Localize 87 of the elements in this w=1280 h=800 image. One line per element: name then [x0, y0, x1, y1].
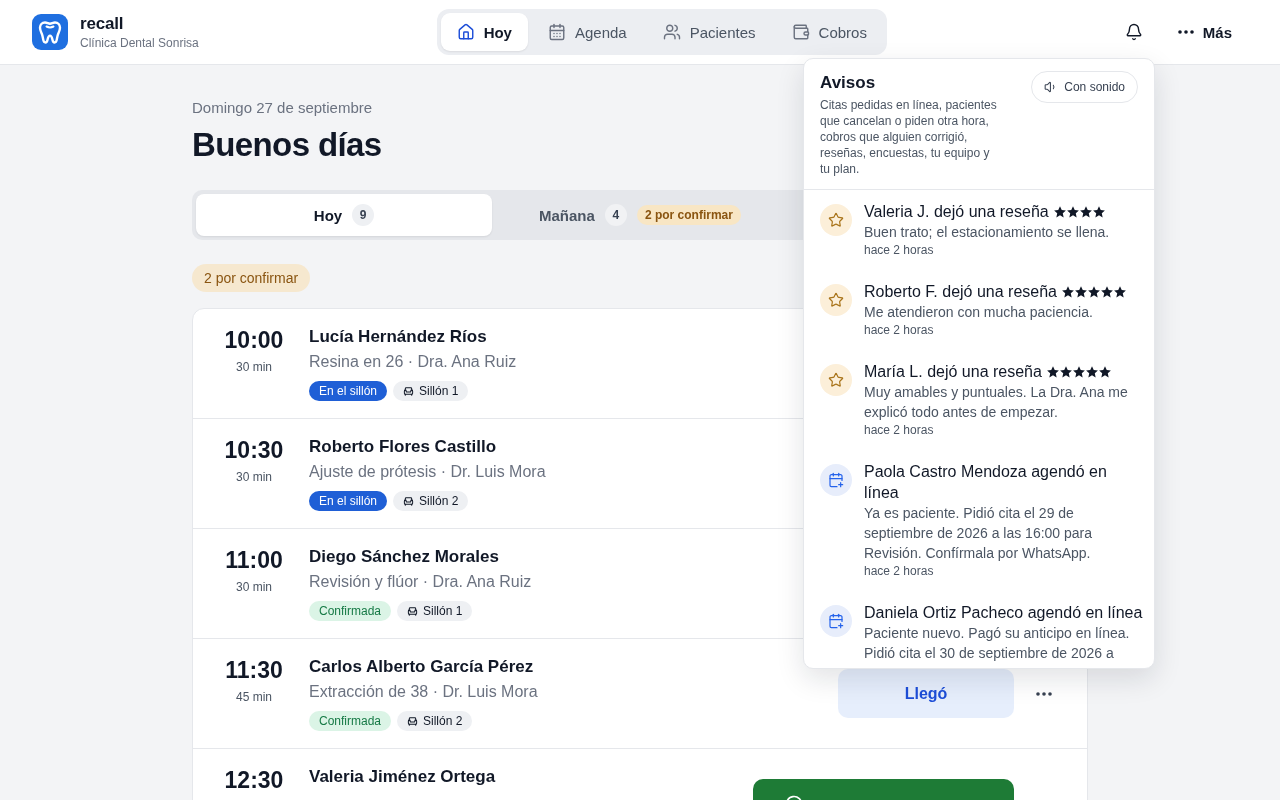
nav-tab[interactable]: Hoy — [440, 13, 528, 51]
appointment-detail: Resina en 26 · Dra. Ana Ruiz — [309, 352, 517, 372]
panel-description: Citas pedidas en línea, pacientes que cancelan o piden otra hora, cobros que alguien corrigió, reseñas, encuestas, tu equipo y tu plan. — [820, 97, 998, 177]
star-icon — [1046, 366, 1059, 378]
clinic-name: Clínica Dental Sonrisa — [80, 36, 199, 50]
armchair-icon — [407, 715, 419, 727]
appointment-duration: 30 min — [236, 360, 272, 374]
nav-tab[interactable]: Cobros — [775, 13, 883, 51]
calendar-plus-icon — [820, 605, 852, 637]
star-icon — [1085, 366, 1098, 378]
star-icon — [1072, 366, 1085, 378]
status-badge: En el sillón — [309, 381, 388, 401]
star-icon — [1066, 206, 1079, 218]
notification-body: Me atendieron con mucha paciencia. — [864, 303, 1093, 322]
app-name: recall — [80, 14, 124, 34]
notification-time: hace 2 horas — [864, 563, 934, 579]
count-badge: 9 — [352, 204, 375, 226]
more-icon — [1177, 30, 1194, 34]
day-tab[interactable]: Hoy 9 — [196, 194, 492, 236]
notification-body: Buen trato; el estacionamiento se llena. — [864, 223, 1110, 242]
notification-time: hace 2 horas — [864, 422, 934, 438]
more-icon[interactable] — [1036, 691, 1052, 696]
home-icon — [456, 23, 475, 41]
tooth-logo-icon — [32, 14, 68, 50]
sound-toggle-button[interactable]: Con sonido — [1031, 71, 1138, 103]
chair-label: Sillón 1 — [423, 604, 463, 618]
pending-badge: 2 por confirmar — [192, 264, 311, 292]
notification-title: Roberto F. dejó una reseña — [864, 283, 1057, 300]
nav-tab[interactable]: Pacientes — [646, 13, 772, 51]
calendar-icon — [547, 23, 566, 41]
panel-title: Avisos — [820, 72, 876, 94]
notification-title: Daniela Ortiz Pacheco agendó en línea — [864, 604, 1143, 621]
date-label: Domingo 27 de septiembre — [192, 99, 373, 116]
notification-body: Paciente nuevo. Pagó su anticipo en línea. Pidió cita el 30 de septiembre de 2026 a — [864, 624, 1131, 663]
patient-name: Valeria Jiménez Ortega — [309, 766, 496, 788]
calendar-plus-icon — [820, 464, 852, 496]
appointment-time: 11:00 — [225, 546, 283, 574]
appointment-time: 12:30 — [224, 766, 284, 794]
status-badge: En el sillón — [309, 491, 388, 511]
day-tab[interactable]: Mañana 4 2 por confirmar — [492, 194, 788, 236]
arrived-button[interactable]: Llegó — [838, 669, 1014, 718]
appointment-duration: 30 min — [236, 470, 272, 484]
star-icon — [1092, 206, 1105, 218]
patient-name: Lucía Hernández Ríos — [309, 326, 487, 348]
nav-tab[interactable]: Agenda — [531, 13, 643, 51]
notification-title: Paola Castro Mendoza agendó en línea — [864, 463, 1107, 501]
appointment-time: 11:30 — [225, 656, 283, 684]
appointment-time: 10:30 — [224, 436, 284, 464]
armchair-icon — [407, 605, 419, 617]
appointment-detail: Extracción de 38 · Dr. Luis Mora — [309, 682, 538, 702]
bell-icon[interactable] — [1124, 23, 1143, 41]
patient-name: Roberto Flores Castillo — [309, 436, 497, 458]
star-icon — [1075, 286, 1087, 298]
notification-title: María L. dejó una reseña — [864, 363, 1042, 380]
appointment-duration: 30 min — [236, 580, 272, 594]
chair-label: Sillón 2 — [419, 494, 459, 508]
star-icon — [1088, 286, 1100, 298]
status-badge: Confirmada — [309, 711, 392, 731]
pending-badge: 2 por confirmar — [636, 205, 741, 225]
notification-body: Muy amables y puntuales. La Dra. Ana me explicó todo antes de empezar. — [864, 383, 1129, 422]
armchair-icon — [403, 385, 415, 397]
notification-body: Ya es paciente. Pidió cita el 29 de septiembre de 2026 a las 16:00 para Revisión. Confírmala por WhatsApp. — [864, 504, 1094, 563]
people-icon — [662, 23, 681, 41]
chair-label: Sillón 2 — [423, 714, 463, 728]
count-badge: 4 — [604, 204, 627, 226]
star-icon — [1062, 286, 1074, 298]
star-icon — [1059, 366, 1072, 378]
notification-time: hace 2 horas — [864, 242, 934, 258]
patient-name: Diego Sánchez Morales — [309, 546, 499, 568]
appointment-detail: Revisión y flúor · Dra. Ana Ruiz — [309, 572, 532, 592]
greeting-heading: Buenos días — [192, 126, 382, 164]
notification-time: hace 2 horas — [864, 322, 934, 338]
star-icon — [1053, 206, 1066, 218]
star-icon — [1079, 206, 1092, 218]
wallet-icon — [791, 23, 810, 41]
armchair-icon — [403, 495, 415, 507]
star-icon — [1114, 286, 1126, 298]
appointment-detail: Ajuste de prótesis · Dr. Luis Mora — [309, 462, 546, 482]
status-badge: Confirmada — [309, 601, 392, 621]
star-icon — [1101, 286, 1113, 298]
chair-label: Sillón 1 — [419, 384, 459, 398]
notification-title: Valeria J. dejó una reseña — [864, 203, 1049, 220]
more-button[interactable]: Más — [1169, 17, 1240, 47]
star-icon — [1098, 366, 1111, 378]
patient-name: Carlos Alberto García Pérez — [309, 656, 534, 678]
appointment-time: 10:00 — [224, 326, 284, 354]
appointment-duration: 45 min — [236, 690, 272, 704]
